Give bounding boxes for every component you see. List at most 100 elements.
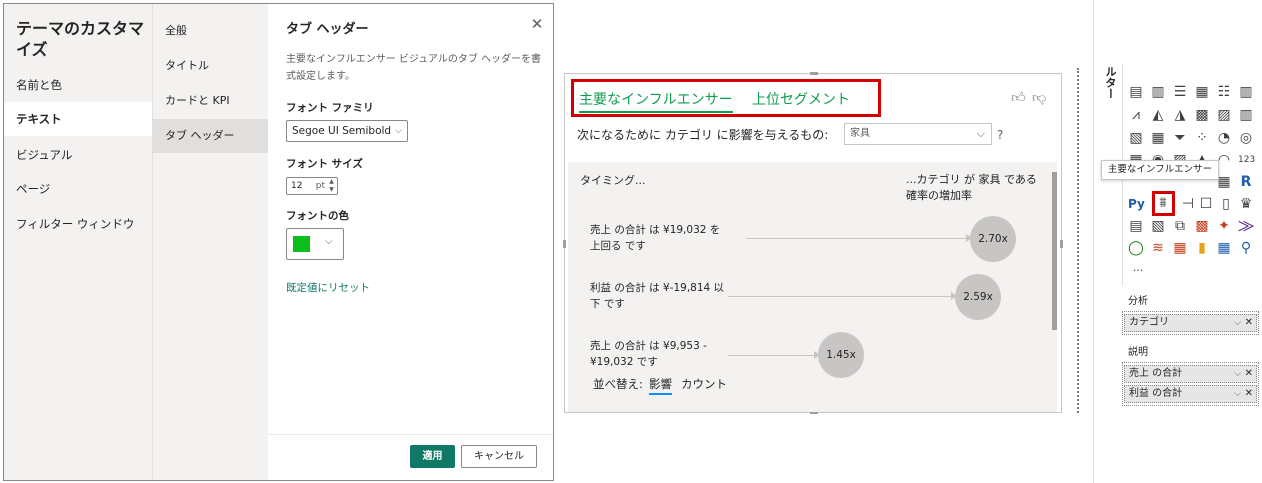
subnav-cards-kpi[interactable]: カードと KPI xyxy=(153,84,268,118)
decomposition-tree-icon[interactable]: ⊣ xyxy=(1180,196,1196,212)
python-visual-icon[interactable]: Py xyxy=(1128,196,1145,212)
tab-top-segments[interactable]: 上位セグメント xyxy=(752,89,850,109)
line-clustered-icon[interactable]: ▥ xyxy=(1238,107,1254,123)
paginated-report-icon[interactable]: ▤ xyxy=(1128,218,1144,234)
resize-handle-left[interactable] xyxy=(563,240,566,248)
visual-tooltip: 主要なインフルエンサー xyxy=(1101,160,1219,180)
sort-by-count[interactable]: カウント xyxy=(681,376,727,392)
trophy-icon[interactable]: ♛ xyxy=(1238,196,1254,212)
sort-by-impact[interactable]: 影響 xyxy=(649,376,672,395)
cancel-button[interactable]: キャンセル xyxy=(461,445,537,468)
custom-visual-icon-6[interactable]: ▦ xyxy=(1216,240,1232,256)
line-column-icon[interactable]: ▨ xyxy=(1216,107,1232,123)
custom-visual-icon-3[interactable]: ≋ xyxy=(1150,240,1166,256)
chevron-down-icon[interactable]: ⌵ xyxy=(1234,386,1241,402)
qa-icon[interactable]: ☐ xyxy=(1198,196,1214,212)
header-line-2: 確率の増加率 xyxy=(906,189,972,202)
tab-key-influencers[interactable]: 主要なインフルエンサー xyxy=(579,89,733,113)
apply-button[interactable]: 適用 xyxy=(410,445,455,468)
scatter-icon[interactable]: ⁘ xyxy=(1194,130,1210,146)
dialog-nav-secondary: 全般 タイトル カードと KPI タブ ヘッダー xyxy=(152,4,268,480)
waterfall-icon[interactable]: ▧ xyxy=(1128,130,1144,146)
100-column-icon[interactable]: ▥ xyxy=(1238,84,1254,100)
filters-pane-tab[interactable]: ルター xyxy=(1102,66,1118,99)
subnav-title[interactable]: タイトル xyxy=(153,49,268,83)
analyze-field[interactable]: カテゴリ ⌵ ✕ xyxy=(1124,314,1257,332)
dialog-settings-panel: タブ ヘッダー ✕ 主要なインフルエンサー ビジュアルのタブ ヘッダーを書式設定… xyxy=(268,4,553,480)
chevron-down-icon[interactable]: ⌵ xyxy=(1234,315,1241,331)
row-3-line-1: 売上 の合計 は ¥9,953 - xyxy=(590,340,707,352)
scrollbar[interactable] xyxy=(1052,172,1057,330)
thumbs-down-icon[interactable]: 👎︎ xyxy=(1032,89,1046,106)
font-color-picker[interactable]: ⌵ xyxy=(286,228,344,260)
search-icon[interactable]: ⚲ xyxy=(1238,240,1254,256)
chevron-down-icon[interactable]: ⌵ xyxy=(1234,366,1241,382)
ribbon-chart-icon[interactable]: ▩ xyxy=(1194,107,1210,123)
funnel-icon[interactable]: ⏷ xyxy=(1172,130,1188,146)
influencer-row-1-bubble[interactable]: 2.70x xyxy=(970,216,1016,262)
analyze-label: 分析 xyxy=(1128,296,1148,307)
key-influencers-visual[interactable]: 主要なインフルエンサー 上位セグメント 👍︎ 👎︎ 次になるために カテゴリ に… xyxy=(563,72,1063,414)
power-automate-icon[interactable]: ⧉ xyxy=(1172,218,1188,234)
custom-visual-icon-4[interactable]: ▦ xyxy=(1172,240,1188,256)
power-apps-icon[interactable]: ▧ xyxy=(1150,218,1166,234)
pie-icon[interactable]: ◔ xyxy=(1216,130,1232,146)
panel-description: 主要なインフルエンサー ビジュアルのタブ ヘッダーを書式設定します。 xyxy=(286,54,542,82)
reset-to-default-link[interactable]: 既定値にリセット xyxy=(286,280,370,295)
resize-handle-top[interactable] xyxy=(810,72,818,75)
clustered-column-icon[interactable]: ▦ xyxy=(1194,84,1210,100)
font-size-input[interactable]: 12 pt ▲ ▼ xyxy=(286,177,338,195)
remove-field-icon[interactable]: ✕ xyxy=(1245,386,1253,402)
ribbon-icon[interactable]: ▦ xyxy=(1150,130,1166,146)
footer-divider xyxy=(268,434,553,435)
customize-theme-dialog: テーマのカスタマイズ 名前と色 テキスト ビジュアル ページ フィルター ウィン… xyxy=(3,3,554,481)
line-chart-icon[interactable]: ⩘ xyxy=(1128,107,1144,123)
subnav-tab-header[interactable]: タブ ヘッダー xyxy=(153,119,268,153)
spinner-icon[interactable]: ▲ ▼ xyxy=(327,178,336,194)
nav-visual[interactable]: ビジュアル xyxy=(4,138,152,172)
influencer-row-2-label[interactable]: 利益 の合計 は ¥-19,814 以 下 です xyxy=(590,280,724,312)
resize-handle-right[interactable] xyxy=(1060,240,1063,248)
custom-visual-icon-5[interactable]: ▮ xyxy=(1194,240,1210,256)
100-bar-icon[interactable]: ☷ xyxy=(1216,84,1232,100)
font-color-label: フォントの色 xyxy=(286,210,349,222)
nav-filter-pane[interactable]: フィルター ウィンドウ xyxy=(4,207,152,241)
smart-narrative-icon[interactable]: ▯ xyxy=(1218,196,1234,212)
custom-visual-icon[interactable]: ▩ xyxy=(1194,218,1210,234)
remove-field-icon[interactable]: ✕ xyxy=(1245,315,1253,331)
stacked-area-icon[interactable]: ◮ xyxy=(1172,107,1188,123)
chevron-down-icon: ⌵ xyxy=(325,236,333,247)
influencer-row-1-label[interactable]: 売上 の合計 は ¥19,032 を 上回る です xyxy=(590,222,720,254)
help-icon[interactable]: ? xyxy=(997,128,1003,142)
ring-visual-icon[interactable]: ◯ xyxy=(1128,240,1144,256)
font-size-unit: pt xyxy=(315,181,325,191)
pane-divider xyxy=(1077,68,1079,413)
nav-name-and-colors[interactable]: 名前と色 xyxy=(4,68,152,102)
explain-field-sales[interactable]: 売上 の合計 ⌵ ✕ xyxy=(1124,365,1257,383)
r-visual-icon[interactable]: R xyxy=(1238,174,1254,190)
area-chart-icon[interactable]: ◭ xyxy=(1150,107,1166,123)
subnav-general[interactable]: 全般 xyxy=(153,14,268,48)
chevron-visual-icon[interactable]: ⨠ xyxy=(1238,218,1254,234)
donut-icon[interactable]: ◎ xyxy=(1238,130,1254,146)
stacked-bar-icon[interactable]: ▤ xyxy=(1128,84,1144,100)
clustered-bar-icon[interactable]: ☰ xyxy=(1172,84,1188,100)
thumbs-up-icon[interactable]: 👍︎ xyxy=(1011,89,1026,106)
visualizations-pane: ルター ▤ ▥ ☰ ▦ ☷ ▥ ⩘ ◭ ◮ ▩ ▨ ▥ ▧ ▦ ⏷ ⁘ ◔ ◎ … xyxy=(1093,0,1262,483)
nav-text[interactable]: テキスト xyxy=(4,102,152,136)
influencer-row-3-label[interactable]: 売上 の合計 は ¥9,953 - ¥19,032 です xyxy=(590,338,707,370)
influencer-row-2-bubble[interactable]: 2.59x xyxy=(955,274,1001,320)
target-value-dropdown[interactable]: 家具 ⌵ xyxy=(844,123,992,145)
custom-visual-icon-2[interactable]: ✦ xyxy=(1216,218,1232,234)
panel-title: タブ ヘッダー xyxy=(286,22,369,37)
explain-field-profit[interactable]: 利益 の合計 ⌵ ✕ xyxy=(1124,385,1257,403)
close-icon[interactable]: ✕ xyxy=(529,16,545,32)
stacked-column-icon[interactable]: ▥ xyxy=(1150,84,1166,100)
font-family-dropdown[interactable]: Segoe UI Semibold ⌵ xyxy=(286,120,408,142)
nav-page[interactable]: ページ xyxy=(4,172,152,206)
influencer-row-3-bubble[interactable]: 1.45x xyxy=(818,332,864,378)
remove-field-icon[interactable]: ✕ xyxy=(1245,366,1253,382)
more-visuals-icon[interactable]: ... xyxy=(1130,260,1146,276)
row-3-line-2: ¥19,032 です xyxy=(590,356,658,368)
card-icon[interactable]: 123 xyxy=(1238,152,1255,168)
